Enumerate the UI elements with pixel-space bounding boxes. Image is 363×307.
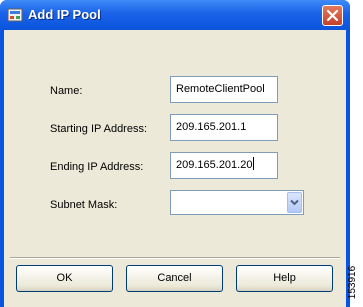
figure-id-text: 153916 <box>347 265 359 300</box>
starting-ip-label: Starting IP Address: <box>50 123 148 135</box>
subnet-mask-select[interactable] <box>170 190 304 215</box>
chevron-down-icon <box>290 199 299 206</box>
dialog-body: Name: RemoteClientPool Starting IP Addre… <box>4 30 346 307</box>
close-icon <box>326 9 339 22</box>
dropdown-button[interactable] <box>287 192 302 213</box>
add-ip-pool-dialog: Add IP Pool Name: RemoteClientPool Start… <box>0 0 350 307</box>
dialog-title: Add IP Pool <box>28 7 101 22</box>
ok-button[interactable]: OK <box>16 265 113 292</box>
name-label: Name: <box>50 85 83 97</box>
starting-ip-field[interactable]: 209.165.201.1 <box>170 114 278 141</box>
ending-ip-field[interactable]: 209.165.201.20 <box>170 152 278 179</box>
cancel-button[interactable]: Cancel <box>126 265 223 292</box>
button-separator <box>10 257 340 259</box>
close-button[interactable] <box>322 5 343 26</box>
ending-ip-label: Ending IP Address: <box>50 161 144 173</box>
help-button[interactable]: Help <box>236 265 333 292</box>
subnet-mask-label: Subnet Mask: <box>50 199 118 211</box>
name-field[interactable]: RemoteClientPool <box>170 76 278 103</box>
ending-ip-value: 209.165.201.20 <box>176 159 253 171</box>
window-app-icon <box>7 7 23 23</box>
figure-id: 153916 <box>347 263 363 303</box>
title-bar[interactable]: Add IP Pool <box>0 0 350 30</box>
text-caret <box>253 157 255 170</box>
